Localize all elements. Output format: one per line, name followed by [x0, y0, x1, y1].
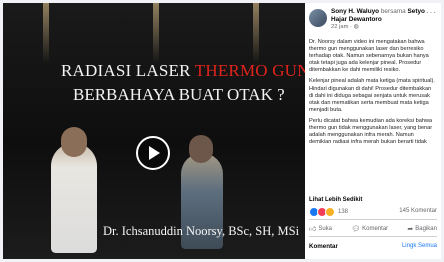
post-paragraph: Perlu dicatat bahwa kemudian ada koreksi…	[309, 117, 433, 146]
comments-filter[interactable]: Lingk Semua	[402, 243, 437, 249]
globe-icon: ◍	[353, 24, 359, 30]
haha-reaction-icon	[325, 206, 335, 217]
post-text: Dr. Noorsy dalam video ini mengatakan ba…	[309, 39, 437, 150]
like-button[interactable]: 👍︎ Suka	[309, 224, 332, 234]
author-name[interactable]: Sony H. Waluyo	[331, 8, 379, 15]
speech-bubble-icon: 💬︎	[351, 225, 361, 233]
post-actions: 👍︎ Suka 💬︎ Komentar ➦ Bagikan	[309, 224, 437, 234]
video-headline: RADIASI LASER THERMO GUN	[61, 61, 305, 81]
divider	[309, 236, 437, 237]
more-options-icon[interactable]: ···	[426, 8, 437, 17]
share-arrow-icon: ➦	[407, 225, 414, 233]
host-head	[189, 135, 213, 163]
with-word: bersama	[380, 8, 406, 15]
thumbs-up-icon: 👍︎	[309, 226, 317, 233]
comment-button[interactable]: 💬︎ Komentar	[351, 224, 388, 233]
video-headline-line2: BERBAHAYA BUAT OTAK ?	[73, 85, 285, 104]
post-paragraph: Dr. Noorsy dalam video ini mengatakan ba…	[309, 39, 429, 74]
play-icon[interactable]	[136, 136, 170, 170]
ceiling-lamp	[153, 3, 159, 63]
share-button[interactable]: ➦ Bagikan	[407, 224, 437, 233]
post-author-line: Sony H. Waluyo bersama Setyo Hajar Dewan…	[331, 8, 437, 24]
post-time[interactable]: 22 jam · ◍	[331, 24, 359, 30]
ceiling-lamp	[43, 3, 49, 63]
ceiling-lamp	[253, 3, 259, 63]
video-player[interactable]: RADIASI LASER THERMO GUN BERBAHAYA BUAT …	[3, 3, 305, 259]
video-caption: Dr. Ichsanuddin Noorsy, BSc, SH, MSi	[103, 224, 300, 238]
reactions-count: 138	[338, 208, 349, 215]
see-less-link[interactable]: Lihat Lebih Sedikit	[309, 197, 362, 203]
avatar[interactable]	[309, 9, 327, 27]
speaker-figure	[51, 143, 97, 253]
divider	[309, 219, 437, 220]
comments-count[interactable]: 145 Komentar	[399, 208, 437, 214]
speaker-head	[61, 127, 87, 157]
post-paragraph: Kelenjar pineal adalah mata ketiga (mata…	[309, 78, 435, 113]
comments-heading: Komentar	[309, 243, 338, 250]
post-panel: Sony H. Waluyo bersama Setyo Hajar Dewan…	[305, 3, 441, 259]
reactions-summary[interactable]: 138	[309, 206, 349, 217]
video-headline-highlight: THERMO GUN	[194, 61, 305, 80]
